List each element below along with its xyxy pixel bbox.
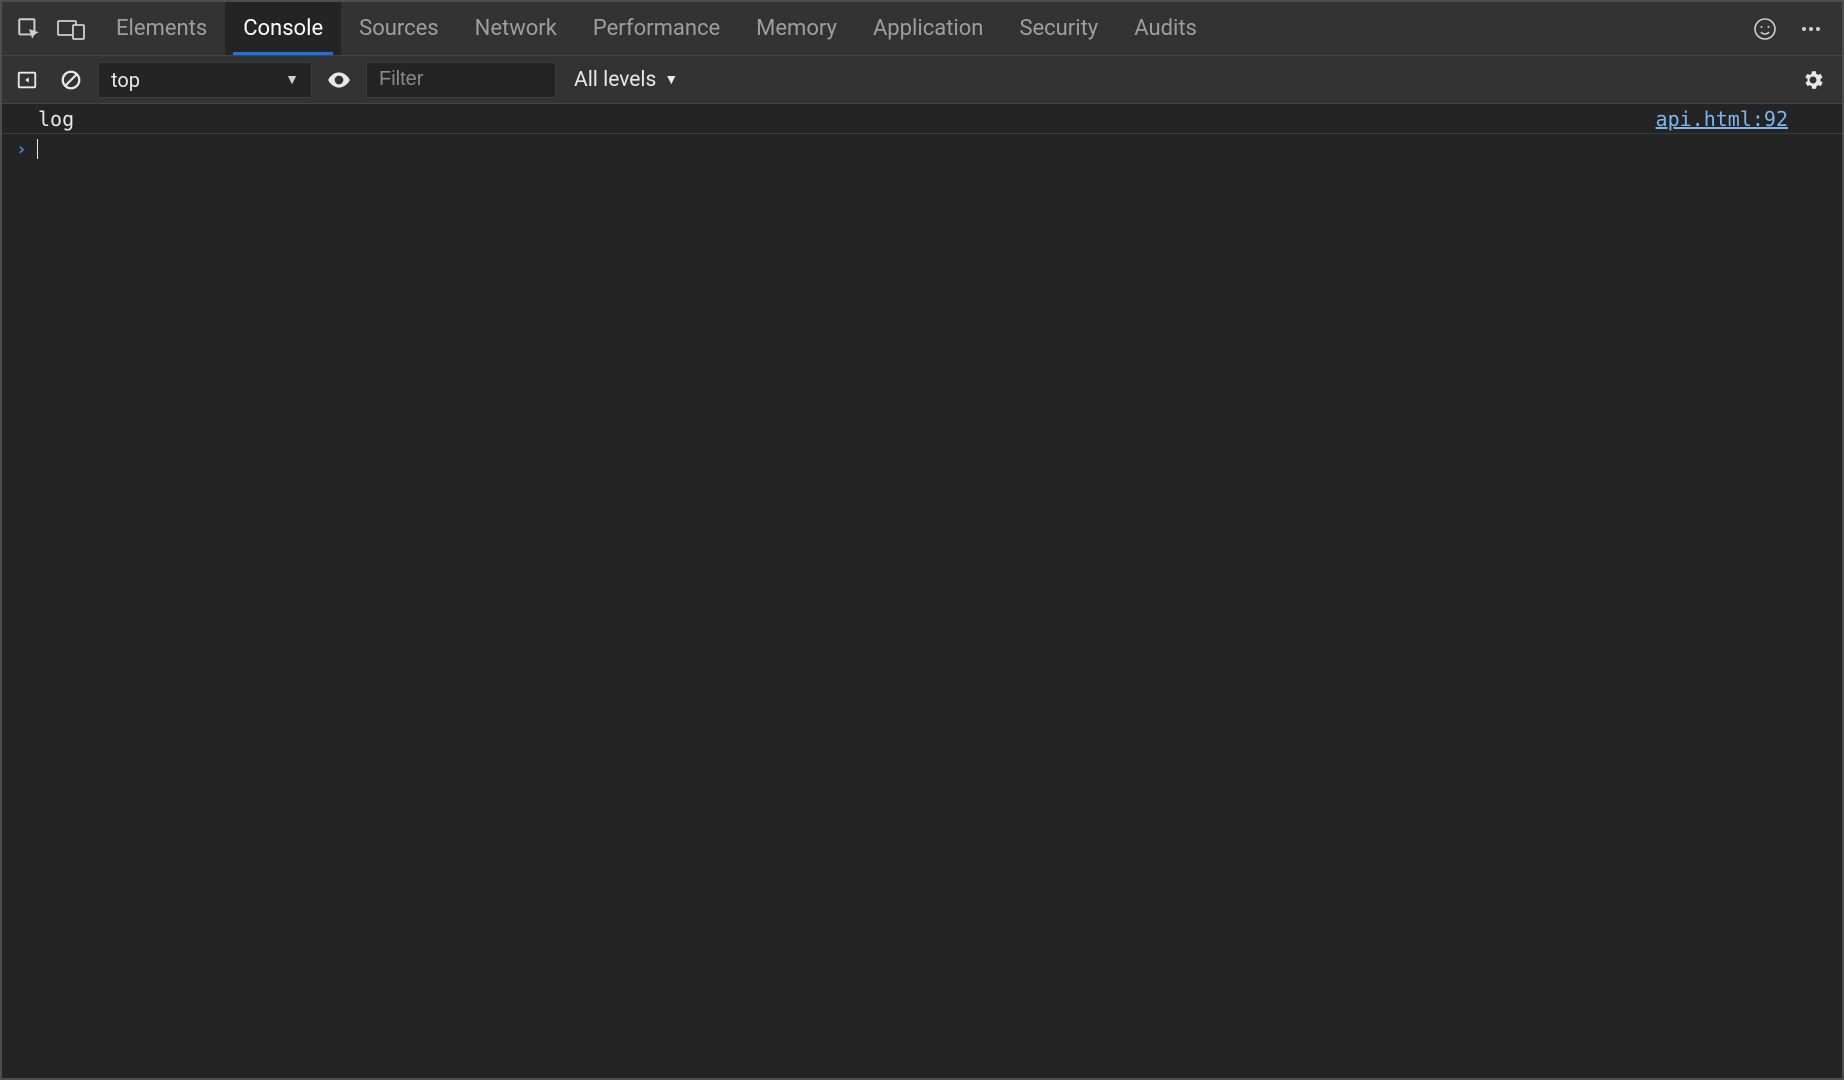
inspect-icon xyxy=(16,16,42,42)
tab-security[interactable]: Security xyxy=(1001,2,1116,55)
console-log-message: log xyxy=(38,107,74,131)
eye-icon xyxy=(326,67,352,93)
tab-network[interactable]: Network xyxy=(457,2,575,55)
tab-memory[interactable]: Memory xyxy=(738,2,855,55)
console-filter-input[interactable] xyxy=(366,62,556,98)
tab-label: Sources xyxy=(359,16,439,41)
console-toolbar: top ▼ All levels ▼ xyxy=(2,56,1842,104)
console-log-source-link[interactable]: api.html:92 xyxy=(1656,107,1830,131)
chevron-down-icon: ▼ xyxy=(285,71,299,88)
log-levels-label: All levels xyxy=(574,68,656,92)
execution-context-selector[interactable]: top ▼ xyxy=(98,62,312,98)
tab-label: Console xyxy=(243,16,323,41)
tab-label: Application xyxy=(873,16,983,41)
tab-label: Memory xyxy=(756,16,837,41)
tab-label: Performance xyxy=(593,16,720,41)
console-log-row[interactable]: log api.html:92 xyxy=(2,104,1842,134)
inspect-element-button[interactable] xyxy=(8,8,50,50)
tab-elements[interactable]: Elements xyxy=(98,2,225,55)
tab-performance[interactable]: Performance xyxy=(575,2,738,55)
tab-label: Network xyxy=(475,16,557,41)
sidebar-toggle-icon xyxy=(16,69,38,91)
more-options-button[interactable] xyxy=(1790,8,1832,50)
devtools-window: Elements Console Sources Network Perform… xyxy=(0,0,1844,1080)
log-levels-selector[interactable]: All levels ▼ xyxy=(566,68,686,92)
tabbar-leading xyxy=(2,2,98,55)
device-icon xyxy=(56,17,86,41)
tab-label: Security xyxy=(1019,16,1098,41)
live-expression-button[interactable] xyxy=(322,59,356,101)
tab-label: Audits xyxy=(1134,16,1197,41)
prompt-cursor xyxy=(37,139,39,159)
more-icon xyxy=(1799,17,1823,41)
prompt-chevron-icon: › xyxy=(16,139,27,160)
tabbar-trailing xyxy=(1744,2,1842,55)
gear-icon xyxy=(1801,68,1825,92)
smile-icon xyxy=(1753,17,1777,41)
feedback-button[interactable] xyxy=(1744,8,1786,50)
clear-icon xyxy=(60,69,82,91)
execution-context-value: top xyxy=(111,68,140,92)
device-toolbar-button[interactable] xyxy=(50,8,92,50)
panel-tabs: Elements Console Sources Network Perform… xyxy=(98,2,1215,55)
tab-sources[interactable]: Sources xyxy=(341,2,457,55)
tab-console[interactable]: Console xyxy=(225,2,341,55)
clear-console-button[interactable] xyxy=(54,59,88,101)
chevron-down-icon: ▼ xyxy=(664,71,678,88)
tab-label: Elements xyxy=(116,16,207,41)
console-sidebar-toggle[interactable] xyxy=(10,59,44,101)
devtools-tabbar: Elements Console Sources Network Perform… xyxy=(2,2,1842,56)
tab-audits[interactable]: Audits xyxy=(1116,2,1215,55)
console-toolbar-trailing xyxy=(1792,59,1834,101)
console-settings-button[interactable] xyxy=(1792,59,1834,101)
console-output[interactable]: log api.html:92 › xyxy=(2,104,1842,1078)
tab-application[interactable]: Application xyxy=(855,2,1001,55)
console-prompt[interactable]: › xyxy=(2,134,1842,164)
